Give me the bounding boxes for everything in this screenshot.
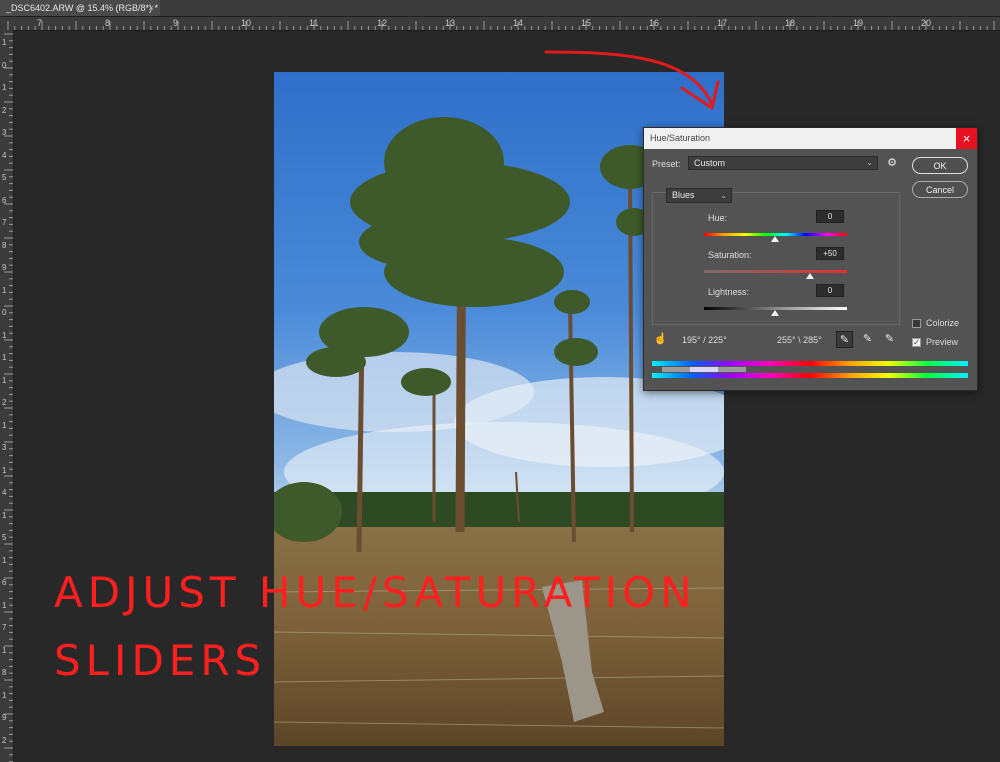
ruler-left-label: 1: [2, 465, 7, 475]
ruler-left-label: 2: [2, 398, 7, 407]
saturation-slider-thumb[interactable]: [806, 273, 814, 279]
ruler-left-label: 1: [2, 83, 7, 92]
hue-saturation-dialog: Hue/Saturation × Preset: Custom ⌄ ⚙ OK C…: [643, 127, 978, 391]
ruler-left-label: 4: [2, 488, 7, 497]
overlay-title-line2: SLIDERS: [54, 636, 267, 685]
dialog-title: Hue/Saturation: [650, 133, 711, 143]
document-tab-title: _DSC6402.ARW @ 15.4% (RGB/8*) *: [6, 3, 159, 13]
ruler-left-label: 8: [2, 240, 7, 250]
ruler-left-label: 2: [2, 105, 7, 115]
ruler-top-label: 13: [445, 18, 456, 28]
ruler-left-label: 1: [2, 375, 7, 385]
ruler-left-label: 1: [2, 330, 7, 340]
ruler-top-label: 15: [581, 18, 592, 28]
hue-label: Hue:: [708, 213, 728, 223]
ruler-top-label: 10: [241, 18, 252, 28]
ruler-left-label: 5: [2, 173, 7, 182]
hand-target-icon[interactable]: ☝: [652, 331, 669, 348]
ruler-left-label: 8: [2, 668, 7, 677]
ruler-left-label: 2: [2, 735, 7, 745]
preset-dropdown[interactable]: Custom ⌄: [688, 156, 878, 170]
colorize-label: Colorize: [926, 318, 960, 328]
ruler-left-label: 1: [2, 510, 7, 520]
horizontal-ruler-ticks: [7, 21, 995, 30]
horizontal-ruler[interactable]: 7 8 9 10 11 12 13 14 15 16 17 18 19 20: [0, 17, 1000, 31]
eyedropper-icon[interactable]: ✎: [836, 331, 853, 348]
vertical-ruler[interactable]: 10123456789101112131415161718192: [0, 30, 14, 762]
ruler-left-label: 1: [2, 690, 7, 700]
dialog-title-bar[interactable]: Hue/Saturation ×: [644, 128, 977, 149]
channel-value: Blues: [672, 190, 695, 200]
annotation-arrow-icon: [544, 50, 720, 110]
ruler-left-label: 6: [2, 578, 7, 587]
range-right-value: 255° \ 285°: [777, 335, 822, 345]
ruler-left-label: 1: [2, 420, 7, 430]
ruler-left-label: 9: [2, 263, 7, 272]
close-tab-icon[interactable]: ×: [149, 0, 154, 16]
ruler-left-label: 1: [2, 285, 7, 295]
eyedropper-add-icon[interactable]: ✎: [859, 331, 876, 348]
ruler-left-label: 4: [2, 150, 7, 160]
lightness-input[interactable]: 0: [816, 284, 844, 297]
ruler-top-label: 14: [513, 18, 524, 28]
document-tab[interactable]: _DSC6402.ARW @ 15.4% (RGB/8*) * ×: [0, 0, 160, 16]
ruler-left-label: 3: [2, 443, 7, 452]
ruler-top-label: 7: [37, 18, 43, 28]
channel-dropdown[interactable]: Blues ⌄: [666, 188, 732, 203]
ruler-top-label: 20: [921, 18, 932, 28]
range-left-value: 195° / 225°: [682, 335, 727, 345]
input-color-spectrum: [652, 361, 968, 366]
chevron-down-icon: ⌄: [866, 158, 873, 167]
ruler-left-label: 9: [2, 713, 7, 722]
saturation-slider-track[interactable]: [704, 270, 847, 273]
ruler-left-label: 7: [2, 623, 7, 632]
preview-label: Preview: [926, 337, 959, 347]
ruler-top-label: 17: [717, 18, 728, 28]
ruler-left-label: 1: [2, 645, 7, 655]
document-tab-bar: _DSC6402.ARW @ 15.4% (RGB/8*) * ×: [0, 0, 1000, 17]
ruler-top-label: 11: [309, 18, 319, 28]
saturation-label: Saturation:: [708, 250, 752, 260]
cancel-button[interactable]: Cancel: [912, 181, 968, 198]
ruler-left-label: 0: [2, 60, 7, 70]
ruler-top-label: 16: [649, 18, 660, 28]
ruler-left-label: 1: [2, 38, 7, 47]
ruler-left-label: 5: [2, 533, 7, 542]
ok-button[interactable]: OK: [912, 157, 968, 174]
hue-slider-thumb[interactable]: [771, 236, 779, 242]
ruler-top-label: 9: [173, 18, 179, 28]
eyedropper-subtract-icon[interactable]: ✎: [881, 331, 898, 348]
output-color-spectrum: [652, 373, 968, 378]
ruler-top-label: 19: [853, 18, 864, 28]
color-range-core[interactable]: [690, 367, 718, 372]
saturation-input[interactable]: +50: [816, 247, 844, 260]
ruler-top-label: 12: [377, 18, 388, 28]
chevron-down-icon: ⌄: [720, 191, 727, 200]
ruler-left-label: 7: [2, 218, 7, 227]
colorize-checkbox[interactable]: [912, 319, 921, 328]
hue-input[interactable]: 0: [816, 210, 844, 223]
overlay-title-line1: ADJUST HUE/SATURATION: [54, 568, 697, 617]
ruler-left-label: 1: [2, 600, 7, 610]
ruler-left-label: 0: [2, 308, 7, 317]
adjustment-panel: [652, 192, 900, 325]
ruler-left-label: 1: [2, 353, 7, 362]
ruler-left-label: 6: [2, 195, 7, 205]
dialog-close-button[interactable]: ×: [956, 128, 977, 149]
preset-label: Preset:: [652, 159, 681, 169]
preview-checkbox[interactable]: ✓: [912, 338, 921, 347]
ruler-left-label: 3: [2, 128, 7, 137]
lightness-slider-thumb[interactable]: [771, 310, 779, 316]
settings-gear-icon[interactable]: ⚙: [882, 155, 902, 172]
ruler-left-label: 1: [2, 555, 7, 565]
preset-value: Custom: [694, 158, 726, 168]
ruler-top-label: 18: [785, 18, 796, 28]
lightness-label: Lightness:: [708, 287, 750, 297]
ruler-top-label: 8: [105, 18, 111, 28]
